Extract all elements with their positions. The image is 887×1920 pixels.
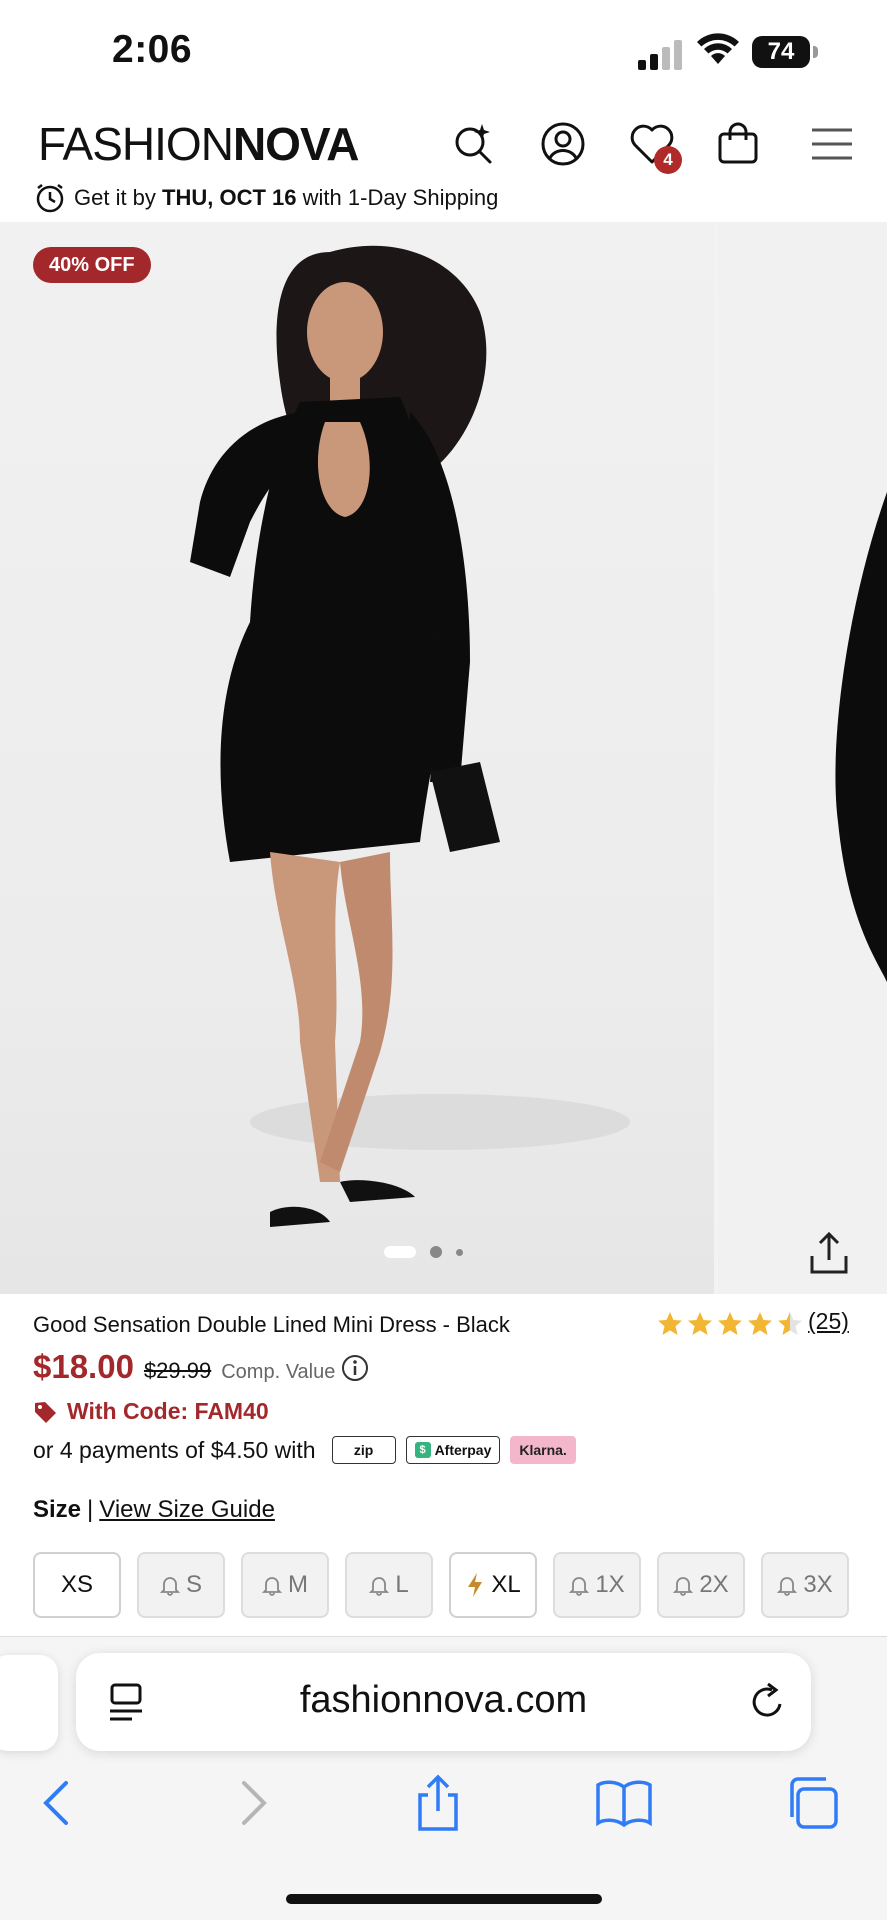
- alarm-clock-icon: [36, 184, 64, 213]
- size-option-1x[interactable]: 1X: [553, 1552, 641, 1618]
- zip-pay-logo[interactable]: zip: [331, 1436, 396, 1464]
- shopping-bag-icon[interactable]: [712, 118, 764, 170]
- size-options: XS S M L XL 1X 2X 3X: [33, 1552, 849, 1618]
- product-image-main[interactable]: 40% OFF: [0, 222, 714, 1294]
- size-option-2x[interactable]: 2X: [657, 1552, 745, 1618]
- fashion-nova-logo[interactable]: FASHIONNOVA: [38, 118, 359, 170]
- star-icon: [688, 1312, 712, 1335]
- bell-icon: [262, 1577, 282, 1596]
- size-option-label: XS: [60, 1571, 93, 1598]
- gallery-pagination[interactable]: [384, 1246, 463, 1258]
- size-option-label: M: [288, 1571, 308, 1598]
- share-sheet-icon[interactable]: [408, 1773, 468, 1833]
- sale-price: $18.00: [33, 1348, 134, 1385]
- compare-price: $29.99: [143, 1358, 212, 1383]
- address-bar[interactable]: fashionnova.com: [76, 1653, 811, 1751]
- browser-toolbar: fashionnova.com: [0, 1636, 887, 1920]
- page-dot-active[interactable]: [384, 1246, 416, 1258]
- comp-value-label: Comp. Value: [221, 1361, 336, 1383]
- size-option-m[interactable]: M: [241, 1552, 329, 1618]
- size-option-label: L: [395, 1571, 409, 1598]
- installment-payments: or 4 payments of $4.50 with zip $ Afterpa…: [33, 1436, 576, 1464]
- discount-badge: 40% OFF: [33, 247, 151, 283]
- size-option-3x[interactable]: 3X: [761, 1552, 849, 1618]
- wifi-icon: [697, 33, 739, 64]
- size-label: Size: [33, 1496, 82, 1523]
- klarna-logo[interactable]: Klarna.: [510, 1436, 576, 1464]
- home-indicator: [286, 1894, 602, 1904]
- lightning-icon: [468, 1573, 483, 1597]
- rating-stars[interactable]: [656, 1310, 804, 1338]
- bell-icon: [159, 1577, 180, 1596]
- page-dot[interactable]: [456, 1248, 463, 1256]
- model-silhouette: [190, 245, 630, 1227]
- battery-icon: 74: [752, 36, 818, 68]
- review-count-link[interactable]: (25): [808, 1308, 849, 1335]
- tabs-icon[interactable]: [782, 1773, 842, 1833]
- size-option-label: S: [185, 1571, 202, 1598]
- star-icon: [658, 1312, 682, 1335]
- battery-level: 74: [752, 36, 810, 68]
- size-option-xs[interactable]: XS: [33, 1552, 121, 1618]
- wishlist-count-badge: 4: [654, 146, 682, 174]
- product-title: Good Sensation Double Lined Mini Dress -…: [33, 1312, 510, 1337]
- size-option-label: 1X: [595, 1571, 625, 1598]
- afterpay-mark-icon: $: [414, 1442, 431, 1458]
- bell-icon: [777, 1577, 798, 1596]
- price-row: $18.00 $29.99 Comp. Value: [33, 1348, 369, 1388]
- afterpay-logo[interactable]: $ Afterpay: [405, 1436, 501, 1464]
- promo-code: With Code: FAM40: [33, 1398, 269, 1425]
- search-icon[interactable]: [448, 118, 500, 170]
- account-icon[interactable]: [537, 118, 589, 170]
- size-guide-link[interactable]: View Size Guide: [99, 1496, 275, 1523]
- site-header: FASHIONNOVA 4: [0, 104, 887, 184]
- menu-icon[interactable]: [806, 118, 858, 170]
- star-icon: [718, 1312, 742, 1335]
- star-icon: [778, 1312, 802, 1335]
- size-option-label: XL: [491, 1571, 521, 1598]
- size-option-label: 3X: [803, 1571, 833, 1598]
- status-bar: 2:06 74: [0, 0, 887, 104]
- previous-tab[interactable]: [0, 1655, 58, 1751]
- page-dot[interactable]: [430, 1246, 442, 1258]
- bell-icon: [369, 1577, 390, 1596]
- bell-icon: [569, 1577, 590, 1596]
- bookmarks-icon[interactable]: [594, 1773, 654, 1833]
- share-icon[interactable]: [802, 1226, 856, 1280]
- status-time: 2:06: [112, 28, 193, 71]
- shipping-estimate: Get it by THU, OCT 16 with 1-Day Shippin…: [34, 180, 498, 216]
- bell-icon: [673, 1577, 694, 1596]
- product-image-gallery[interactable]: 40% OFF: [0, 222, 887, 1294]
- info-icon[interactable]: [341, 1354, 369, 1382]
- star-icon: [748, 1312, 772, 1335]
- reload-icon[interactable]: [746, 1680, 790, 1724]
- size-option-s[interactable]: S: [137, 1552, 225, 1618]
- size-option-l[interactable]: L: [345, 1552, 433, 1618]
- product-image-next[interactable]: [718, 222, 887, 1294]
- size-header: Size | View Size Guide: [33, 1496, 275, 1523]
- cellular-signal-icon: [638, 40, 682, 70]
- forward-icon[interactable]: [222, 1773, 282, 1833]
- wishlist-heart-icon[interactable]: 4: [626, 118, 682, 174]
- price-tag-icon: [35, 1401, 56, 1423]
- size-option-xl[interactable]: XL: [449, 1552, 537, 1618]
- url-text: fashionnova.com: [299, 1679, 588, 1721]
- back-icon[interactable]: [28, 1773, 88, 1833]
- size-option-label: 2X: [699, 1571, 729, 1598]
